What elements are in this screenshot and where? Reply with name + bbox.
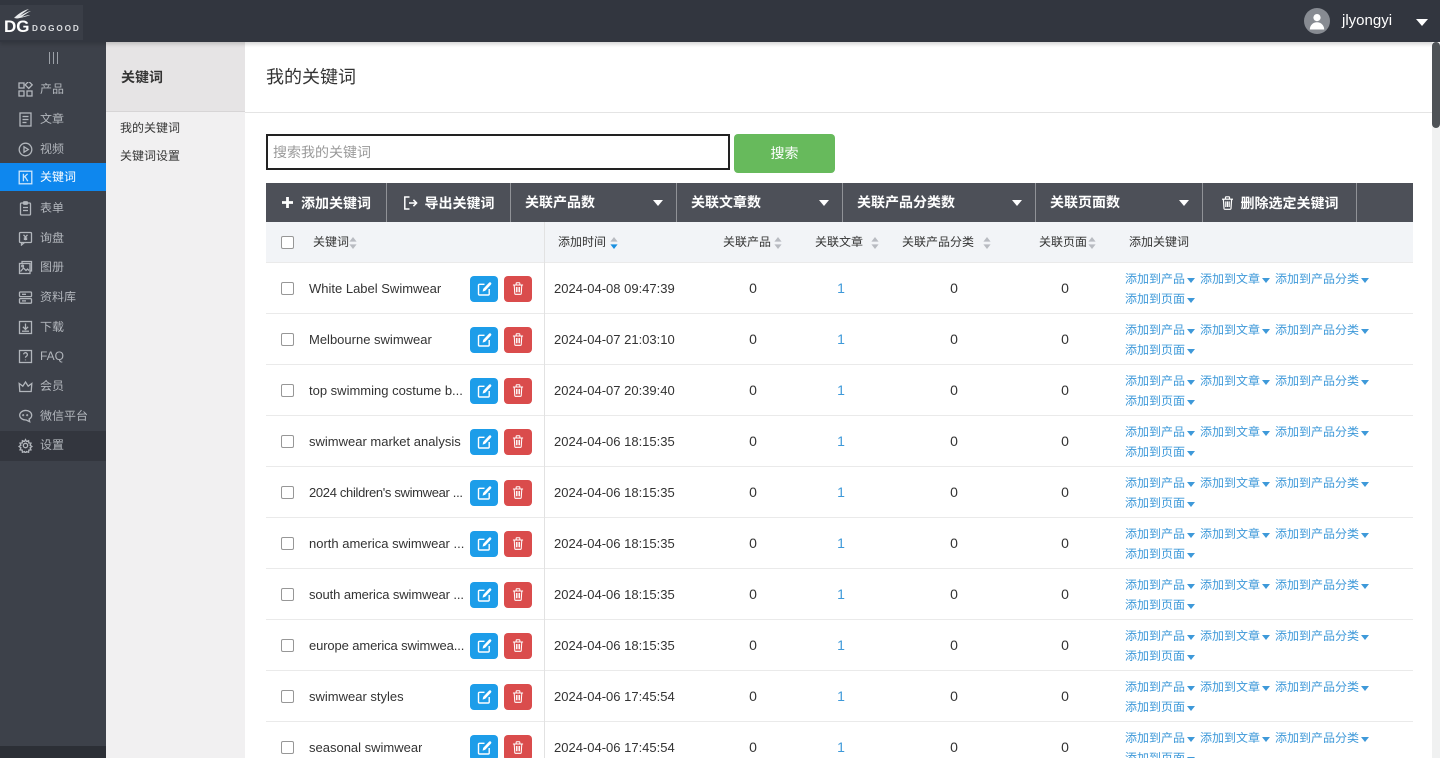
svg-text:DG: DG [4,17,30,36]
svg-text:DOGOOD: DOGOOD [32,24,81,33]
